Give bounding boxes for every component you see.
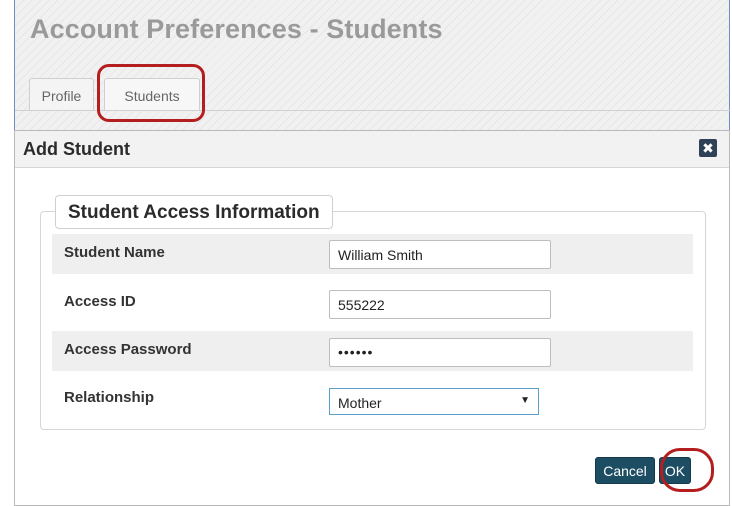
cancel-button[interactable]: Cancel bbox=[595, 457, 655, 484]
relationship-row: Relationship Mother ▼ bbox=[52, 381, 693, 421]
students-tab-highlight bbox=[97, 64, 205, 122]
add-student-dialog: Add Student ✖ Student Access Information… bbox=[14, 130, 730, 506]
close-icon[interactable]: ✖ bbox=[699, 139, 717, 157]
access-password-row: Access Password •••••• bbox=[52, 331, 693, 371]
section-title: Student Access Information bbox=[55, 195, 333, 229]
access-password-input[interactable]: •••••• bbox=[329, 338, 551, 367]
ok-button-highlight bbox=[660, 448, 714, 492]
page-title: Account Preferences - Students bbox=[30, 14, 443, 44]
relationship-value: Mother bbox=[338, 395, 382, 411]
chevron-down-icon: ▼ bbox=[520, 395, 530, 406]
tab-profile[interactable]: Profile bbox=[29, 78, 94, 111]
student-name-label: Student Name bbox=[64, 244, 165, 261]
student-name-row: Student Name William Smith bbox=[52, 234, 693, 274]
relationship-select[interactable]: Mother ▼ bbox=[329, 388, 539, 415]
dialog-title: Add Student bbox=[23, 139, 130, 159]
dialog-header: Add Student ✖ bbox=[15, 131, 729, 168]
access-id-row: Access ID 555222 bbox=[52, 284, 693, 324]
relationship-label: Relationship bbox=[64, 389, 155, 406]
access-password-label: Access Password bbox=[64, 341, 192, 358]
access-id-label: Access ID bbox=[64, 293, 136, 310]
access-id-input[interactable]: 555222 bbox=[329, 290, 551, 319]
student-name-input[interactable]: William Smith bbox=[329, 240, 551, 269]
